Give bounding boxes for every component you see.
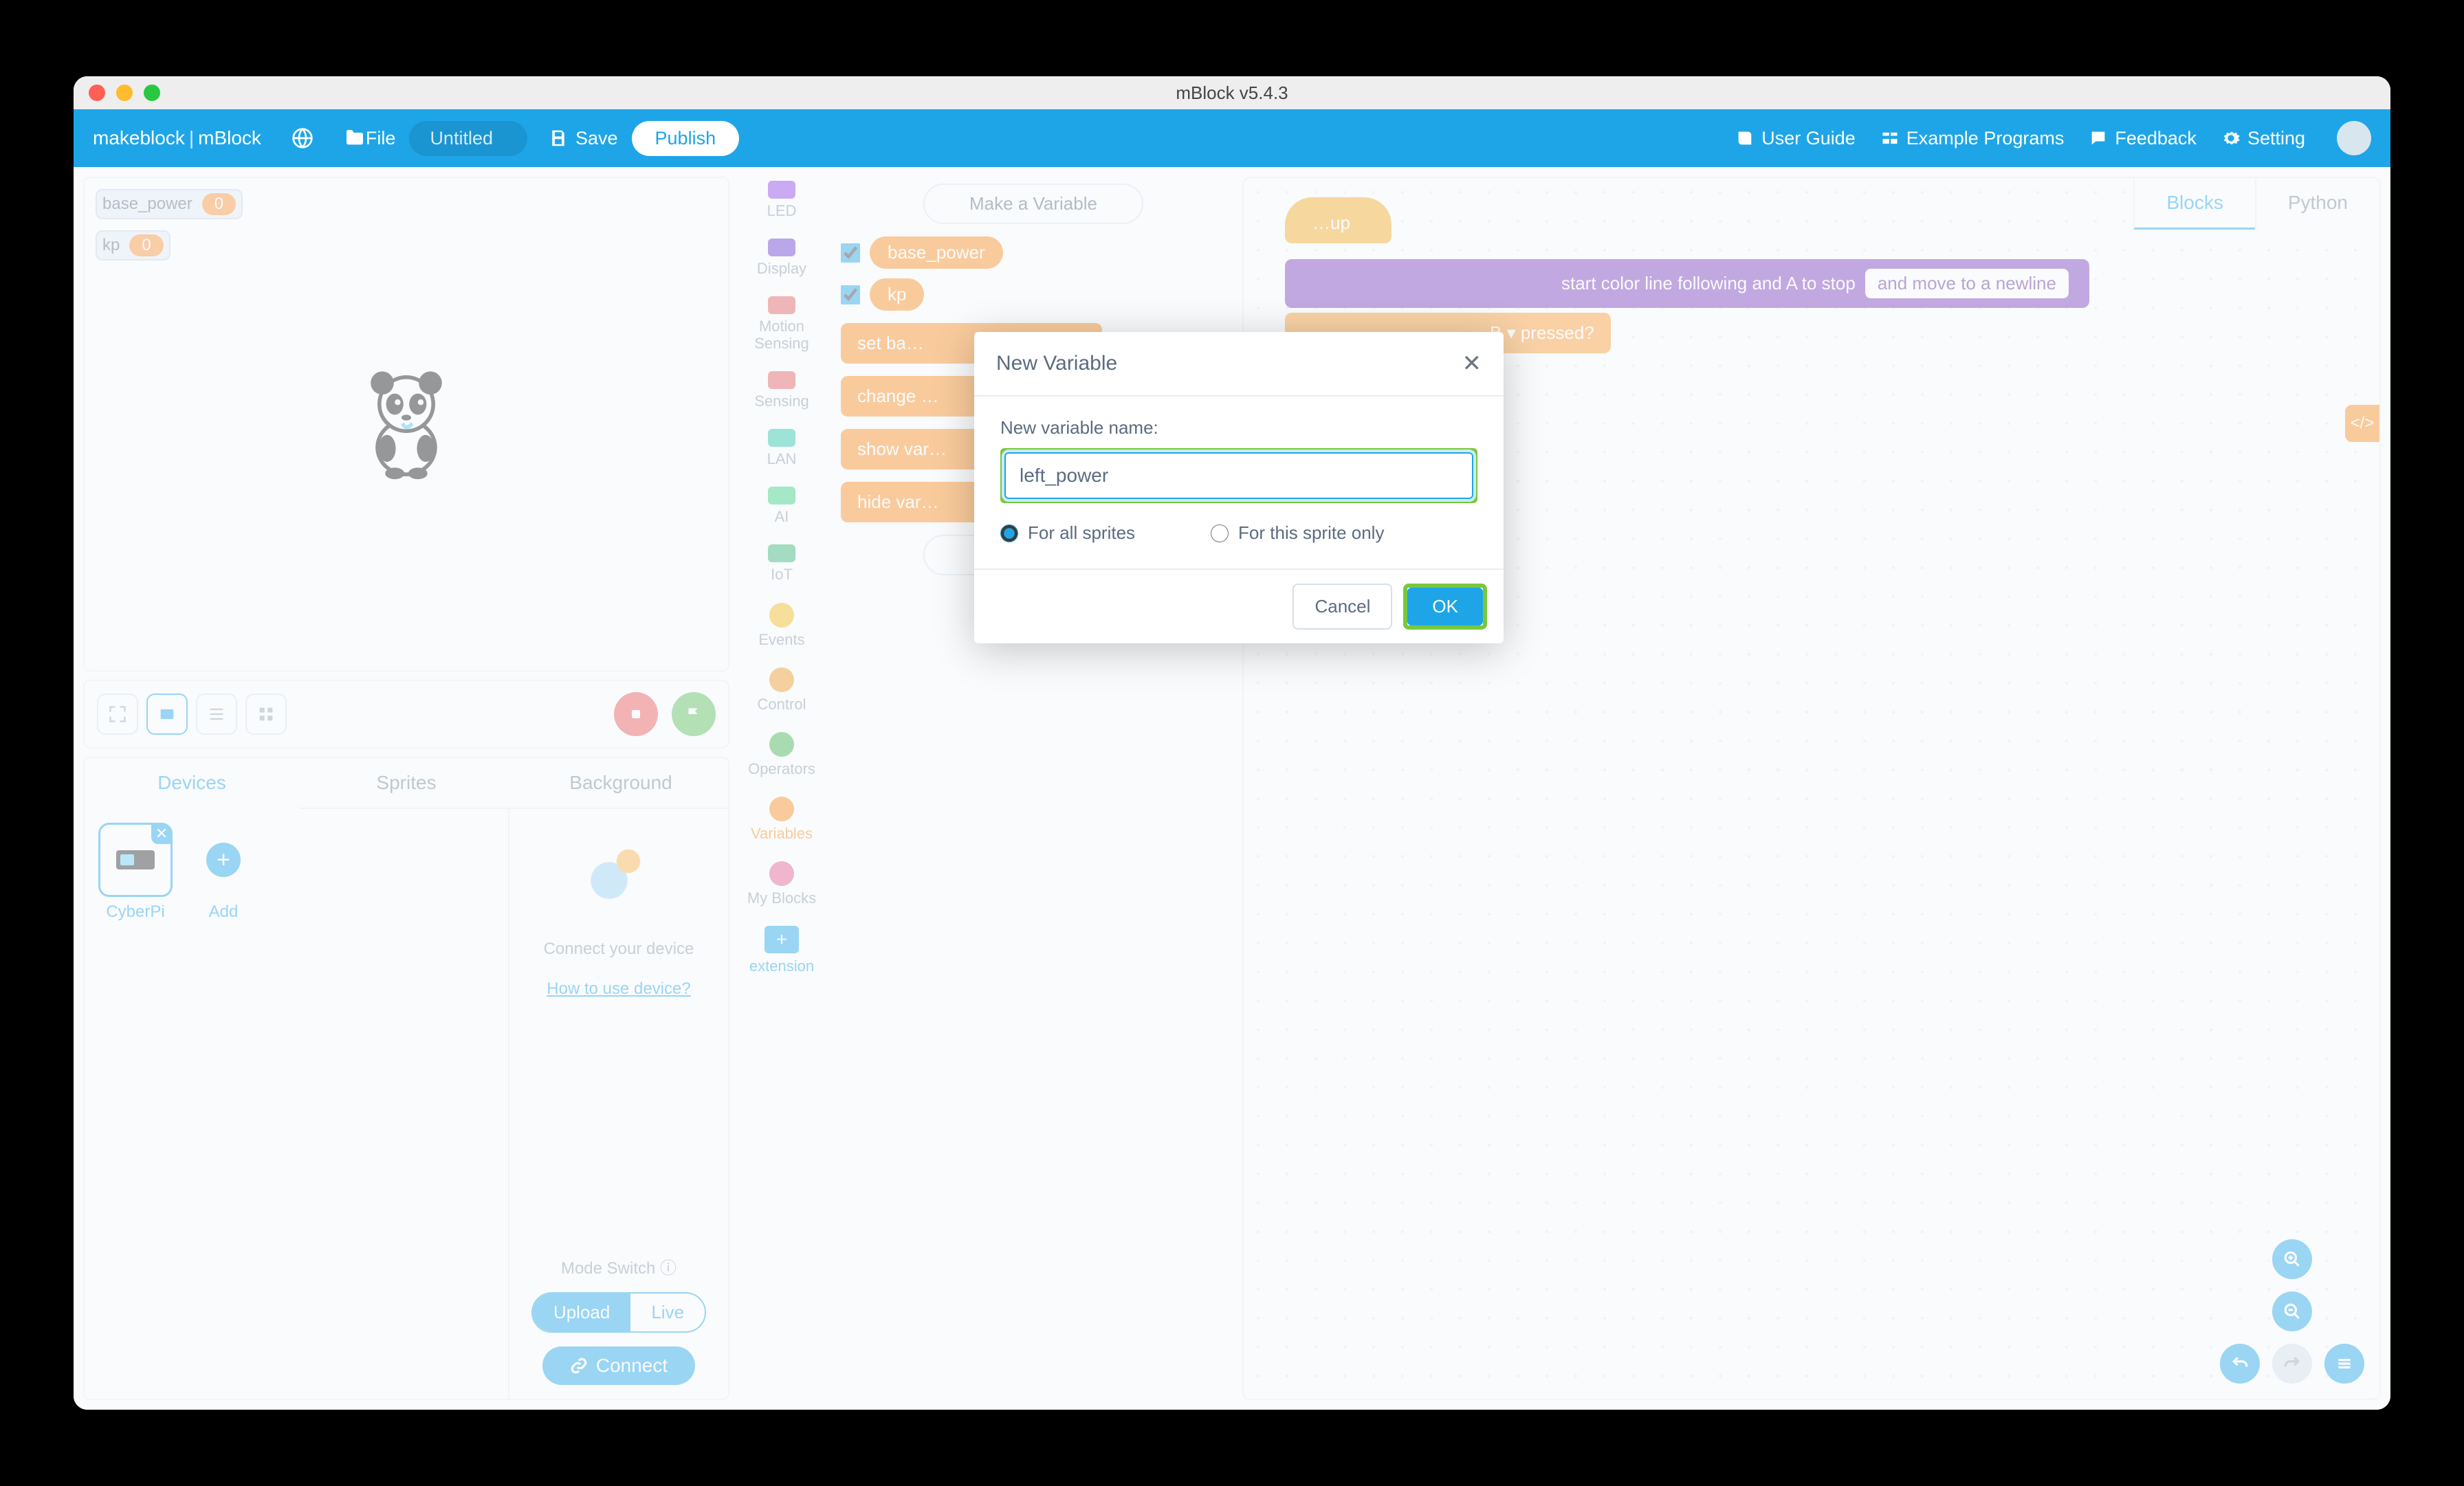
file-label: File (366, 128, 396, 149)
mac-titlebar: mBlock v5.4.3 (74, 76, 2390, 109)
brand-right: mBlock (198, 127, 261, 149)
brand: makeblock | mBlock (93, 127, 261, 149)
window-title: mBlock v5.4.3 (74, 82, 2390, 104)
traffic-lights (89, 85, 160, 101)
new-variable-dialog: New Variable ✕ New variable name: For al… (974, 332, 1504, 643)
highlight-input (1000, 448, 1477, 503)
publish-button[interactable]: Publish (632, 121, 740, 156)
ok-button[interactable]: OK (1407, 588, 1483, 625)
save-label: Save (575, 128, 618, 149)
minimize-window-button[interactable] (116, 85, 133, 101)
highlight-ok: OK (1403, 584, 1487, 630)
app-body: base_power 0 kp 0 (74, 167, 2390, 1410)
save-button[interactable]: Save (548, 128, 618, 149)
brand-left: makeblock (93, 127, 185, 149)
user-guide-link[interactable]: User Guide (1735, 128, 1856, 149)
scope-this-sprite[interactable]: For this sprite only (1211, 522, 1384, 544)
publish-label: Publish (655, 128, 716, 149)
scope-all-sprites[interactable]: For all sprites (1000, 522, 1135, 544)
settings-button[interactable]: Setting (2221, 128, 2305, 149)
filename-field[interactable]: Untitled (409, 121, 527, 156)
user-avatar[interactable] (2337, 121, 2371, 155)
variable-name-label: New variable name: (1000, 417, 1477, 439)
file-menu[interactable]: File (344, 127, 396, 149)
language-button[interactable] (292, 127, 314, 149)
scope-all-radio[interactable] (1000, 524, 1018, 542)
app-window: mBlock v5.4.3 makeblock | mBlock File Un… (74, 76, 2390, 1410)
scope-this-radio[interactable] (1211, 524, 1229, 542)
cancel-button[interactable]: Cancel (1292, 584, 1392, 630)
close-window-button[interactable] (89, 85, 105, 101)
menubar-right: User Guide Example Programs Feedback Set… (1735, 121, 2371, 155)
example-programs-link[interactable]: Example Programs (1880, 128, 2065, 149)
dialog-title: New Variable (996, 352, 1117, 375)
variable-name-input[interactable] (1004, 452, 1473, 499)
app-menubar: makeblock | mBlock File Untitled Save Pu… (74, 109, 2390, 167)
dialog-close-button[interactable]: ✕ (1462, 350, 1482, 377)
feedback-link[interactable]: Feedback (2089, 128, 2197, 149)
maximize-window-button[interactable] (144, 85, 160, 101)
